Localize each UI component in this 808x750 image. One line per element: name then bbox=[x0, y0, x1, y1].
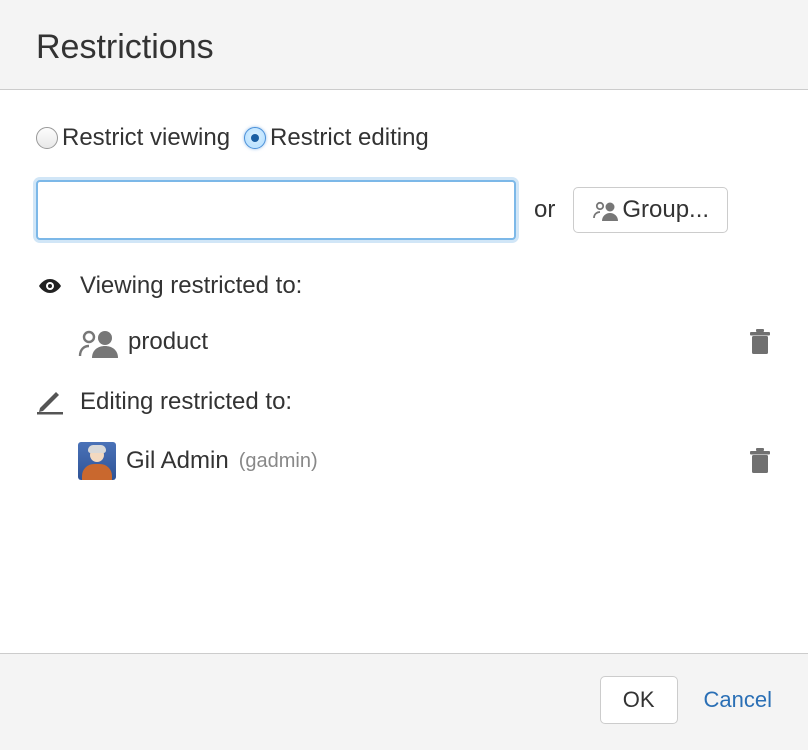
group-icon bbox=[78, 326, 118, 358]
cancel-link[interactable]: Cancel bbox=[704, 687, 772, 713]
entry-name: product bbox=[128, 328, 208, 356]
or-label: or bbox=[534, 196, 555, 224]
group-button-label: Group... bbox=[622, 196, 709, 224]
viewing-section: Viewing restricted to: product bbox=[36, 272, 772, 366]
entry-username: (gadmin) bbox=[239, 450, 318, 473]
list-item: Gil Admin (gadmin) bbox=[36, 434, 772, 488]
delete-entry-button[interactable] bbox=[748, 447, 772, 475]
ok-button[interactable]: OK bbox=[600, 676, 678, 724]
dialog-header: Restrictions bbox=[0, 0, 808, 90]
dialog-body: Restrict viewing Restrict editing or bbox=[0, 90, 808, 654]
user-avatar-icon bbox=[78, 442, 116, 480]
radio-icon bbox=[244, 127, 266, 149]
viewing-section-title-row: Viewing restricted to: bbox=[36, 272, 772, 300]
viewing-section-title: Viewing restricted to: bbox=[80, 272, 302, 300]
delete-entry-button[interactable] bbox=[748, 328, 772, 356]
restrict-viewing-option[interactable]: Restrict viewing bbox=[36, 124, 230, 152]
radio-label: Restrict editing bbox=[270, 124, 429, 152]
entry-name: Gil Admin bbox=[126, 447, 229, 475]
editing-section-title: Editing restricted to: bbox=[80, 388, 292, 416]
dialog-footer: OK Cancel bbox=[0, 654, 808, 750]
user-group-picker-row: or Group... bbox=[36, 180, 772, 240]
radio-label: Restrict viewing bbox=[62, 124, 230, 152]
user-group-input[interactable] bbox=[36, 180, 516, 240]
pencil-icon bbox=[36, 389, 64, 415]
editing-section: Editing restricted to: Gil Admin (gadmin… bbox=[36, 388, 772, 488]
editing-section-title-row: Editing restricted to: bbox=[36, 388, 772, 416]
restrict-editing-option[interactable]: Restrict editing bbox=[244, 124, 429, 152]
group-icon bbox=[592, 199, 618, 221]
list-item: product bbox=[36, 318, 772, 366]
restriction-type-radios: Restrict viewing Restrict editing bbox=[36, 124, 772, 152]
dialog-title: Restrictions bbox=[36, 28, 772, 67]
radio-icon bbox=[36, 127, 58, 149]
group-picker-button[interactable]: Group... bbox=[573, 187, 728, 233]
restrictions-dialog: Restrictions Restrict viewing Restrict e… bbox=[0, 0, 808, 750]
eye-icon bbox=[36, 276, 64, 296]
